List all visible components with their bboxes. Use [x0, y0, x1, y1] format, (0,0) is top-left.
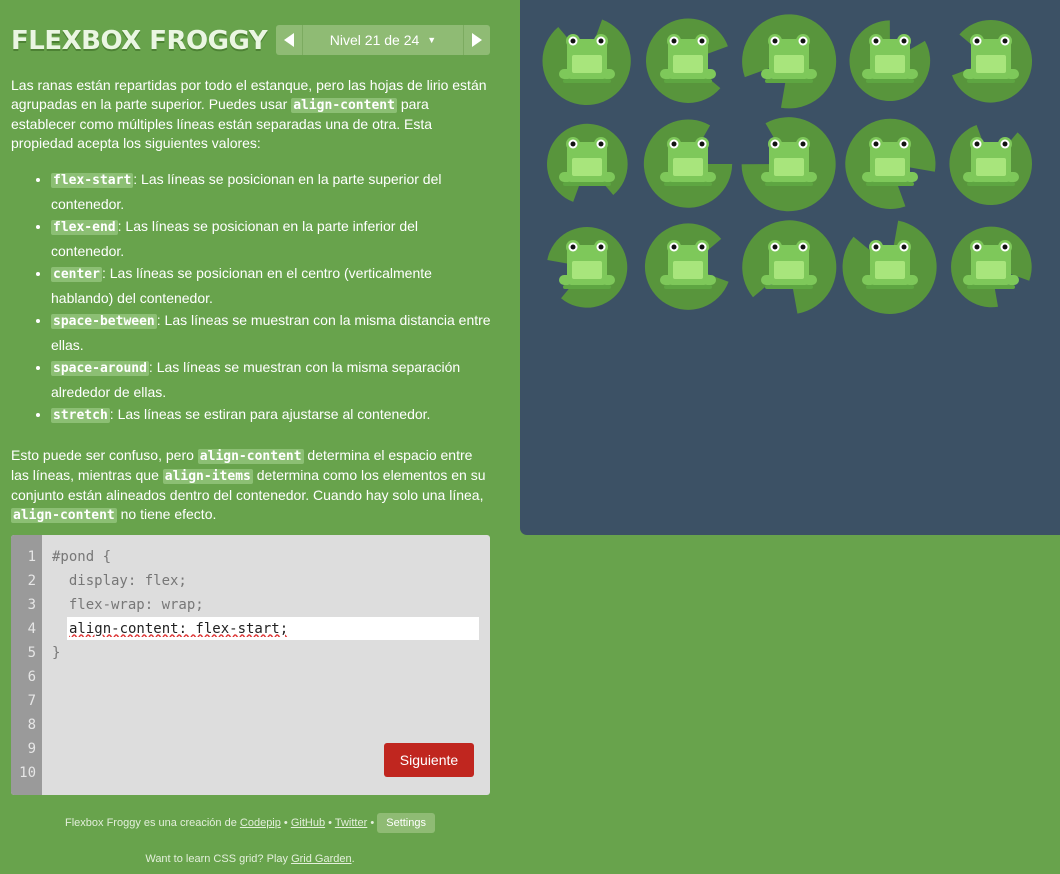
frog-icon	[862, 137, 918, 186]
sidebar: FLEXBOX FROGGY Nivel 21 de 24 ▼ Las rana…	[0, 0, 500, 874]
value-text: : Las líneas se posicionan en el centro …	[51, 265, 432, 306]
pond	[520, 0, 1060, 535]
twitter-link[interactable]: Twitter	[335, 817, 367, 829]
caret-down-icon: ▼	[427, 35, 437, 45]
line-number: 7	[27, 693, 36, 709]
frog-icon	[862, 34, 918, 83]
value-code: flex-end	[51, 220, 118, 235]
level-selector[interactable]: Nivel 21 de 24 ▼	[302, 25, 464, 55]
value-code: space-between	[51, 314, 157, 329]
separator: •	[325, 817, 335, 829]
frog-icon	[761, 137, 817, 186]
line-number: 9	[27, 741, 36, 757]
chevron-right-icon	[472, 33, 482, 47]
separator: •	[280, 817, 291, 829]
line-number: 2	[27, 573, 36, 589]
frog-icon	[559, 137, 615, 186]
list-item: center: Las líneas se posicionan en el c…	[51, 262, 491, 309]
frog-icon	[559, 34, 615, 83]
line-number: 6	[27, 669, 36, 685]
intro-paragraph: Las ranas están repartidas por todo el e…	[11, 76, 491, 153]
line-number: 1	[27, 549, 36, 565]
values-list: flex-start : Las líneas se posicionan en …	[11, 168, 491, 428]
list-item: stretch: Las líneas se estiran para ajus…	[51, 403, 491, 428]
app-title: FLEXBOX FROGGY	[11, 26, 268, 56]
frog-icon	[963, 34, 1019, 83]
instructions: Las ranas están repartidas por todo el e…	[11, 76, 491, 525]
outro-text-4: no tiene efecto.	[116, 505, 217, 522]
frog-icon	[559, 240, 615, 289]
codepip-link[interactable]: Codepip	[240, 817, 281, 829]
next-button[interactable]: Siguiente	[384, 743, 474, 777]
outro-code-2: align-items	[162, 468, 253, 484]
settings-button[interactable]: Settings	[377, 813, 435, 833]
header: FLEXBOX FROGGY Nivel 21 de 24 ▼	[11, 24, 491, 56]
css-code-input[interactable]	[67, 617, 479, 640]
value-code: stretch	[51, 408, 110, 423]
previous-level-button[interactable]	[276, 25, 303, 55]
frog-icon	[963, 240, 1019, 289]
next-level-arrow-button[interactable]	[463, 25, 490, 55]
outro-text-1: Esto puede ser confuso, pero	[11, 446, 198, 463]
promo-suffix: .	[351, 853, 355, 865]
promo-text: Want to learn CSS grid? Play	[145, 853, 292, 865]
value-code: space-around	[51, 361, 149, 376]
value-code: flex-start	[51, 173, 134, 188]
list-item: space-around: Las líneas se muestran con…	[51, 356, 491, 403]
outro-paragraph: Esto puede ser confuso, pero align-conte…	[11, 446, 491, 525]
css-editor: 1 2 3 4 5 6 7 8 9 10 #pond { display: fl…	[11, 535, 490, 795]
outro-code-3: align-content	[11, 507, 117, 523]
line-number: 4	[27, 621, 36, 637]
separator: •	[367, 817, 378, 829]
frog-icon	[963, 137, 1019, 186]
outro-code-1: align-content	[197, 448, 304, 464]
list-item: flex-start: Las líneas se posicionan en …	[51, 168, 491, 215]
github-link[interactable]: GitHub	[291, 817, 325, 829]
frog-icon	[660, 240, 716, 289]
code-line-3: flex-wrap: wrap;	[52, 597, 204, 613]
credits: Flexbox Froggy es una creación de Codepi…	[0, 813, 500, 833]
frog-icon	[761, 240, 817, 289]
credit-text: Flexbox Froggy es una creación de	[65, 817, 240, 829]
line-number: 5	[27, 645, 36, 661]
line-number: 8	[27, 717, 36, 733]
value-text: : Las líneas se estiran para ajustarse a…	[109, 406, 431, 422]
line-number-gutter: 1 2 3 4 5 6 7 8 9 10	[11, 535, 42, 795]
frog-icon	[660, 34, 716, 83]
level-label: Nivel 21 de 24	[329, 32, 420, 48]
code-line-2: display: flex;	[52, 573, 187, 589]
frog-icon	[862, 240, 918, 289]
code-line-5: }	[52, 645, 61, 661]
list-item: space-between: Las líneas se muestran co…	[51, 309, 491, 356]
grid-garden-promo: Want to learn CSS grid? Play Grid Garden…	[0, 853, 500, 865]
level-navigation: Nivel 21 de 24 ▼	[276, 25, 490, 55]
value-code: center	[51, 267, 102, 282]
grid-garden-link[interactable]: Grid Garden	[291, 853, 352, 865]
code-line-1: #pond {	[52, 549, 112, 565]
intro-code: align-content	[291, 98, 397, 113]
line-number: 10	[19, 765, 36, 781]
chevron-left-icon	[284, 33, 294, 47]
frog-icon	[660, 137, 716, 186]
line-number: 3	[27, 597, 36, 613]
frog-icon	[761, 34, 817, 83]
list-item: flex-end: Las líneas se posicionan en la…	[51, 215, 491, 262]
